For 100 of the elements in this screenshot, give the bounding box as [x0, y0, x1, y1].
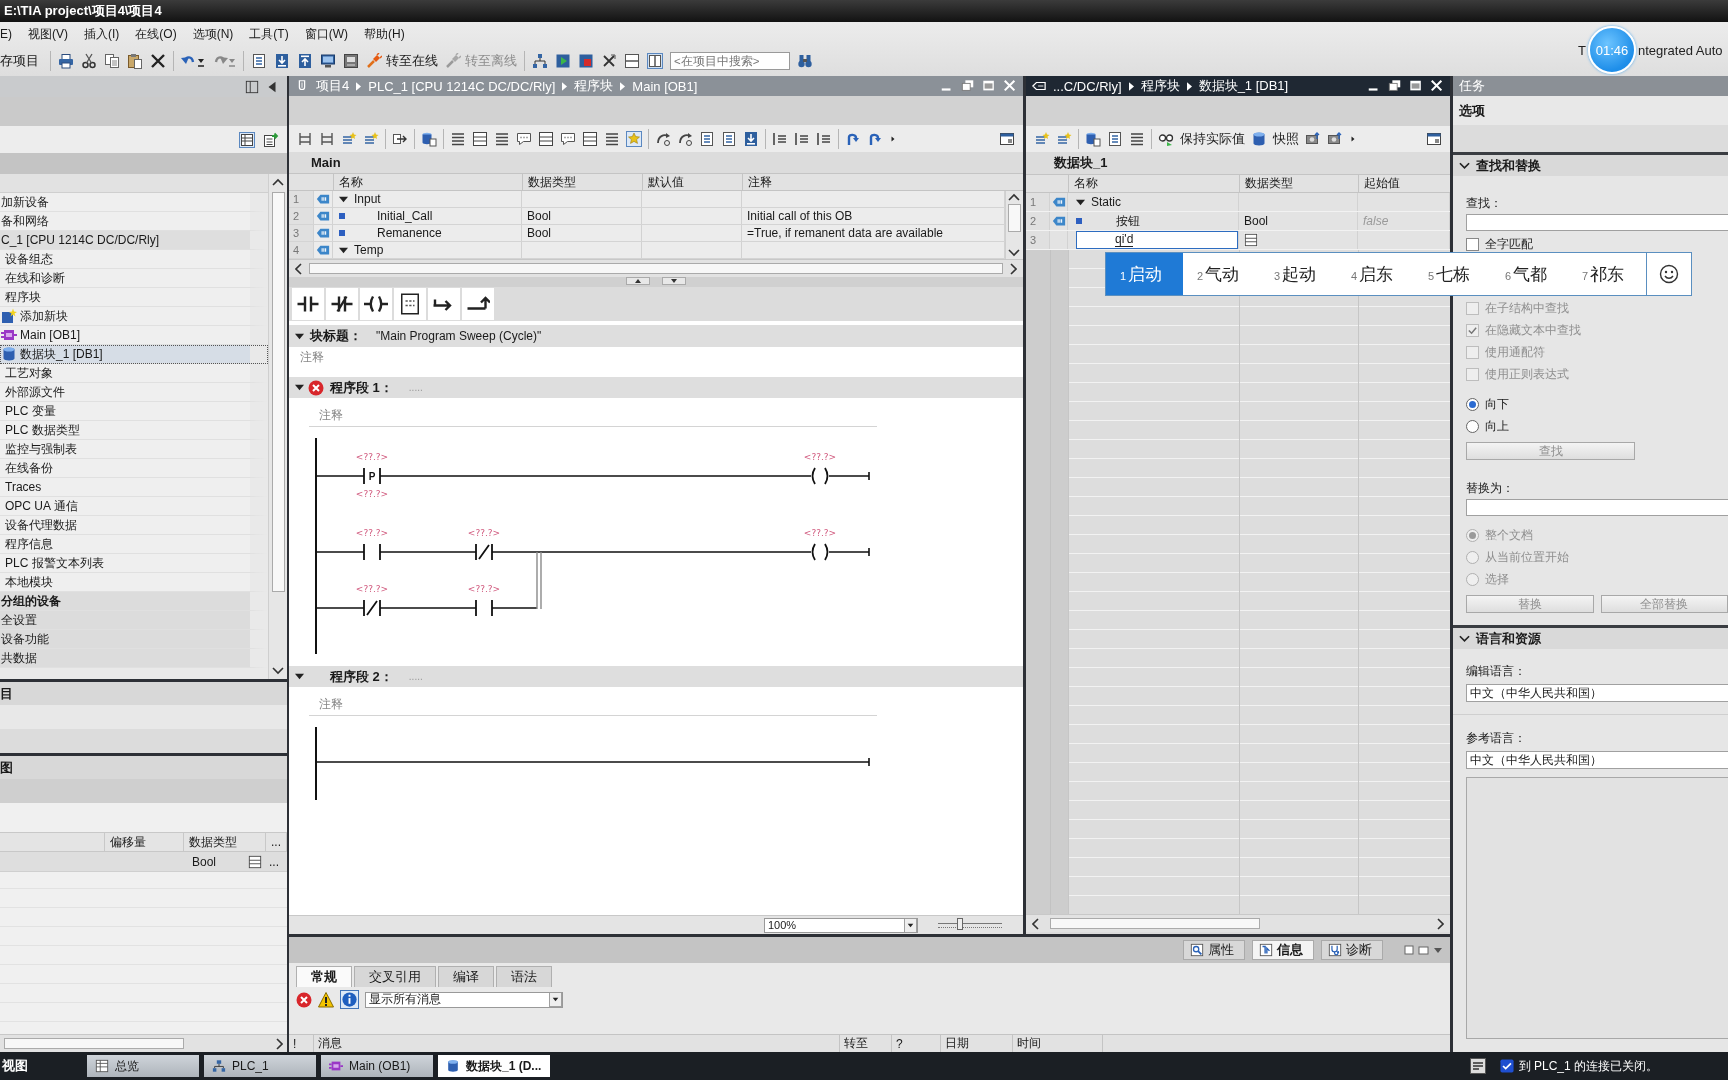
- operand-label[interactable]: <??.?>: [355, 489, 389, 499]
- operand-label[interactable]: <??.?>: [803, 452, 837, 462]
- operand-label[interactable]: <??.?>: [355, 528, 389, 538]
- scrollbar[interactable]: [289, 259, 1023, 277]
- coil-icon[interactable]: [360, 288, 392, 320]
- scrollbar-thumb[interactable]: [309, 263, 1003, 274]
- ime-candidate[interactable]: 2气动: [1183, 253, 1260, 295]
- ime-candidate[interactable]: 3起动: [1260, 253, 1337, 295]
- comment-icon[interactable]: [560, 130, 576, 147]
- table-row[interactable]: 1 Input: [289, 191, 1005, 208]
- ime-candidate[interactable]: 4 启东: [1337, 253, 1414, 295]
- menu-item[interactable]: 选项(N): [192, 25, 234, 43]
- menu-item[interactable]: 在线(O): [135, 25, 177, 43]
- split-vertical-icon[interactable]: [647, 53, 663, 69]
- table-row[interactable]: 2 Initial_Call Bool Initial call of this OB: [289, 208, 1005, 225]
- restore-icon[interactable]: [1388, 79, 1402, 93]
- contact-symbol[interactable]: [475, 599, 493, 617]
- search-field[interactable]: <在项目中搜索>: [670, 52, 790, 70]
- operand-label[interactable]: <??.?>: [467, 584, 501, 594]
- operand-label[interactable]: <??.?>: [355, 452, 389, 462]
- scissors-icon[interactable]: [81, 53, 97, 69]
- undo-icon[interactable]: [181, 53, 205, 69]
- indent-icon[interactable]: [816, 130, 832, 147]
- close-icon[interactable]: [1430, 79, 1444, 93]
- editor-tab[interactable]: 总览: [87, 1055, 199, 1077]
- camera-icon[interactable]: [1305, 131, 1321, 147]
- comment-text[interactable]: 注释: [300, 348, 324, 366]
- table-icon[interactable]: [472, 130, 488, 147]
- find-input-field[interactable]: [1466, 214, 1728, 231]
- table-icon[interactable]: [582, 130, 598, 147]
- inspector-subtab[interactable]: 语法: [496, 966, 552, 987]
- copy-icon[interactable]: [104, 53, 120, 69]
- smiley-icon[interactable]: [1659, 264, 1679, 284]
- table-row[interactable]: Bool ...: [0, 852, 287, 872]
- indent-icon[interactable]: [772, 130, 788, 147]
- negated-contact-symbol[interactable]: [475, 543, 493, 561]
- document-icon[interactable]: [721, 130, 737, 147]
- scrollbar-thumb[interactable]: [271, 192, 285, 592]
- scrollbar[interactable]: [0, 1034, 287, 1052]
- expand-triangle-icon[interactable]: [339, 245, 348, 255]
- curved-arrow-icon[interactable]: [655, 130, 671, 147]
- document-icon[interactable]: [1468, 1057, 1487, 1075]
- comment-field[interactable]: 注释: [309, 693, 877, 716]
- language-dropdown[interactable]: 中文（中华人民共和国）: [1466, 684, 1728, 702]
- go-online-button[interactable]: 转至在线: [366, 52, 438, 70]
- name-input-field[interactable]: qi'd: [1076, 231, 1238, 249]
- list-star-icon[interactable]: [363, 130, 379, 147]
- radio-button[interactable]: [1466, 419, 1479, 433]
- splitter-up-icon[interactable]: [626, 277, 650, 285]
- scrollbar-thumb[interactable]: [1050, 918, 1260, 929]
- document-icon[interactable]: [699, 130, 715, 147]
- more-icon[interactable]: [1349, 134, 1357, 144]
- list-star-icon[interactable]: [1034, 131, 1050, 147]
- scroll-left-icon[interactable]: [295, 262, 303, 275]
- menu-item[interactable]: 窗口(W): [304, 25, 348, 43]
- tag-icon[interactable]: [1032, 79, 1046, 93]
- download-icon[interactable]: [743, 130, 759, 147]
- warning-icon[interactable]: [318, 991, 334, 1008]
- keep-actual-values-button[interactable]: 保持实际值: [1180, 130, 1245, 148]
- splitter-down-icon[interactable]: [662, 277, 686, 285]
- operand-label[interactable]: <??.?>: [355, 584, 389, 594]
- scrollbar-thumb[interactable]: [4, 1038, 184, 1049]
- panel-controls-icon[interactable]: [1404, 944, 1444, 956]
- scrollbar-thumb[interactable]: [1007, 204, 1021, 232]
- list-icon[interactable]: [1129, 131, 1145, 147]
- radio-label[interactable]: 向上: [1485, 417, 1509, 435]
- glasses-icon[interactable]: [1158, 131, 1174, 147]
- block-title-value[interactable]: "Main Program Sweep (Cycle)": [376, 329, 542, 343]
- editor-tab[interactable]: Main (OB1): [321, 1055, 433, 1077]
- window-icon[interactable]: [999, 130, 1015, 147]
- negated-contact-icon[interactable]: [326, 288, 358, 320]
- maximize-icon[interactable]: [1409, 79, 1423, 93]
- scrollbar[interactable]: [1005, 191, 1022, 259]
- table-row[interactable]: 4 Temp: [289, 242, 1005, 259]
- contact-symbol[interactable]: [363, 543, 381, 561]
- scroll-left-icon[interactable]: [1032, 917, 1040, 930]
- menu-item[interactable]: 帮助(H): [364, 25, 405, 43]
- list-star-icon[interactable]: [341, 130, 357, 147]
- scroll-up-icon[interactable]: [1008, 193, 1020, 201]
- box-icon[interactable]: [394, 288, 426, 320]
- ladder-icon[interactable]: [297, 130, 313, 147]
- inspector-subtab[interactable]: 编译: [438, 966, 494, 987]
- message-filter-dropdown[interactable]: 显示所有消息: [365, 991, 563, 1008]
- checkbox[interactable]: [1466, 237, 1479, 251]
- menu-item[interactable]: E): [0, 27, 12, 41]
- document-arrow-icon[interactable]: [263, 131, 279, 148]
- comment-icon[interactable]: [516, 130, 532, 147]
- cylinder-icon[interactable]: [1251, 131, 1267, 147]
- download-icon[interactable]: [274, 53, 290, 69]
- info-icon[interactable]: [340, 990, 359, 1009]
- breadcrumb-link[interactable]: 数据块_1 [DB1]: [1198, 77, 1289, 95]
- table-row[interactable]: 1 Static: [1026, 193, 1450, 212]
- list-icon[interactable]: [494, 130, 510, 147]
- expand-triangle-icon[interactable]: [295, 383, 304, 392]
- paste-icon[interactable]: [127, 53, 143, 69]
- radio-button[interactable]: [1466, 397, 1479, 411]
- table-icon[interactable]: [239, 131, 255, 148]
- redo-icon[interactable]: [212, 53, 236, 69]
- tree-item[interactable]: 数据块_1 [DB1]: [0, 345, 268, 364]
- menu-item[interactable]: 工具(T): [249, 25, 289, 43]
